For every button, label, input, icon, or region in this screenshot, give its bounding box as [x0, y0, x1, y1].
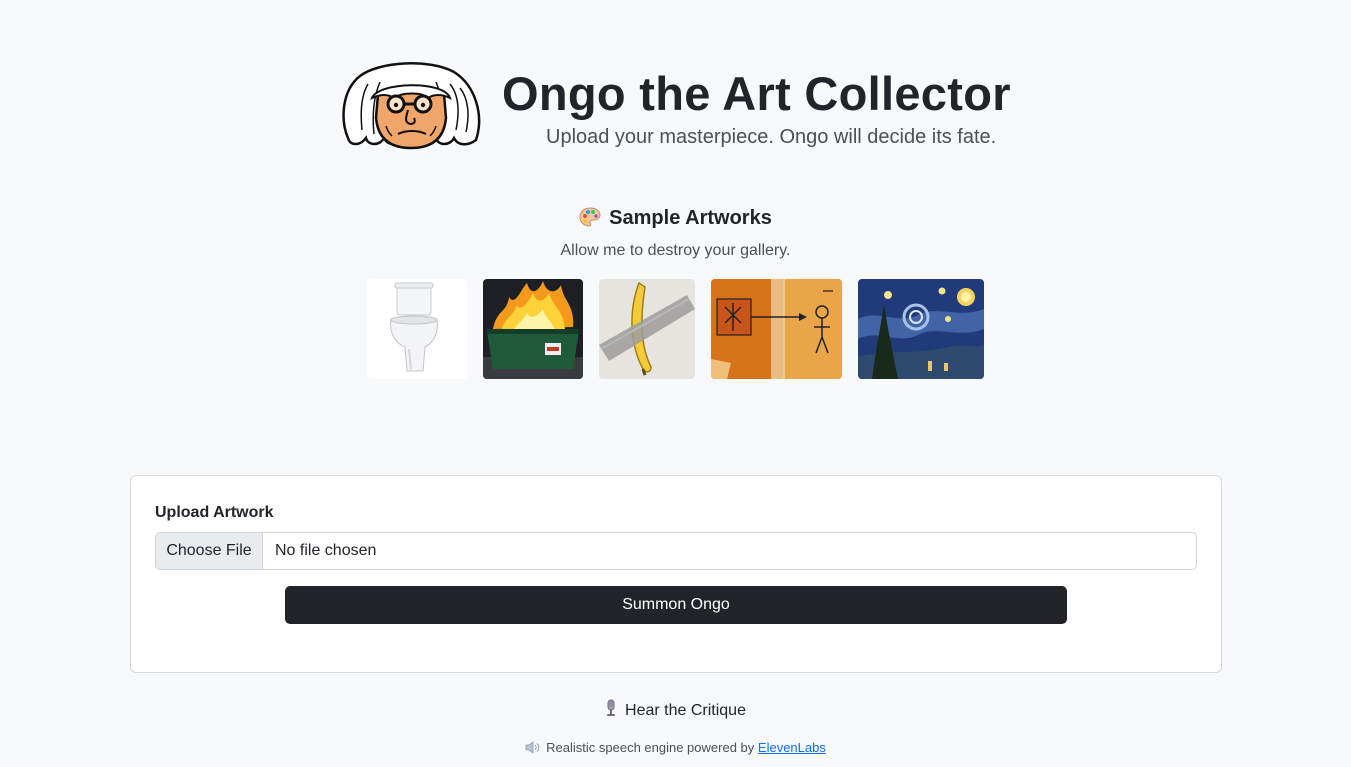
dumpster-fire-image — [483, 279, 583, 379]
header: Ongo the Art Collector Upload your maste… — [338, 60, 1038, 152]
mural-image — [711, 279, 842, 379]
upload-card: Upload Artwork Choose File No file chose… — [130, 475, 1222, 673]
elevenlabs-link[interactable]: ElevenLabs — [758, 740, 826, 755]
sample-dumpster-fire-thumbnail[interactable] — [483, 279, 583, 379]
sample-starry-night-thumbnail[interactable] — [858, 279, 984, 379]
choose-file-button[interactable]: Choose File — [156, 533, 263, 569]
critique-heading: Hear the Critique — [0, 699, 1351, 722]
toilet-image — [367, 279, 467, 379]
file-input[interactable]: Choose File No file chosen — [155, 532, 1197, 570]
page-title: Ongo the Art Collector — [502, 67, 1011, 120]
critique-heading-label: Hear the Critique — [625, 702, 746, 719]
starry-night-image — [858, 279, 984, 379]
samples-heading: Sample Artworks — [0, 207, 1351, 233]
sample-mural-thumbnail[interactable] — [711, 279, 842, 379]
summon-ongo-button[interactable]: Summon Ongo — [285, 586, 1067, 624]
palette-icon — [579, 207, 601, 233]
microphone-icon — [605, 699, 617, 722]
samples-heading-label: Sample Artworks — [609, 207, 772, 229]
banana-image — [599, 279, 695, 379]
ongo-avatar-icon — [338, 60, 484, 150]
upload-label: Upload Artwork — [155, 504, 274, 521]
file-status: No file chosen — [275, 542, 377, 559]
sample-banana-thumbnail[interactable] — [599, 279, 695, 379]
powered-by-line: Realistic speech engine powered by Eleve… — [0, 740, 1351, 757]
sample-toilet-thumbnail[interactable] — [367, 279, 467, 379]
speaker-icon — [525, 741, 540, 757]
page-subtitle: Upload your masterpiece. Ongo will decid… — [546, 126, 997, 148]
powered-by-text: Realistic speech engine powered by — [546, 740, 755, 755]
samples-subheading: Allow me to destroy your gallery. — [560, 242, 791, 259]
